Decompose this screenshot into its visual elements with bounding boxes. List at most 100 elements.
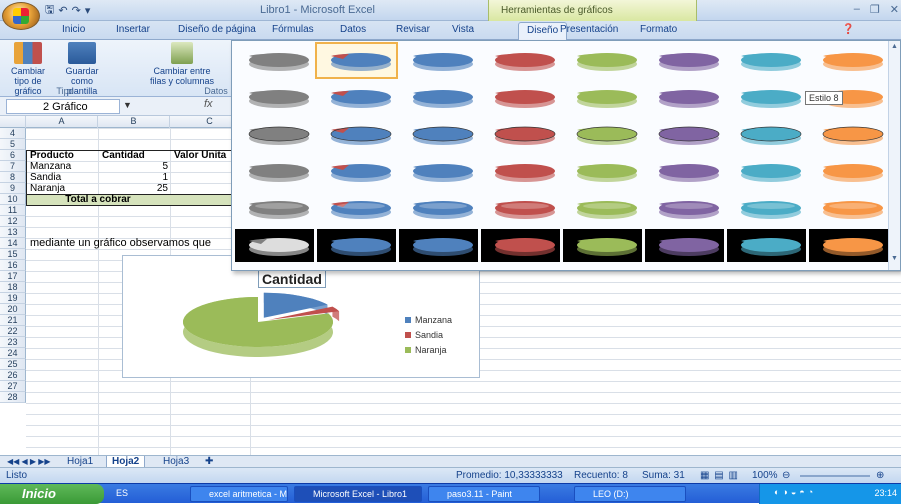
help-icon[interactable]: ❓: [842, 24, 854, 35]
chart-style-option[interactable]: [809, 229, 888, 262]
tray-icons[interactable]: ◐◑◒◓◔: [774, 487, 816, 497]
row-header[interactable]: 13: [0, 227, 26, 238]
taskbar-item-excel-aritmetica[interactable]: excel aritmetica - Micr...: [190, 486, 288, 502]
chart-style-option[interactable]: [727, 229, 806, 262]
pie-slice-manzana[interactable]: [263, 292, 328, 318]
chart-style-option[interactable]: [727, 44, 806, 77]
zoom-level[interactable]: 100%: [752, 470, 778, 481]
tab-formato[interactable]: Formato: [640, 24, 677, 35]
chart-style-option[interactable]: [809, 192, 888, 225]
cell-cantidad[interactable]: 25: [98, 183, 168, 194]
row-header[interactable]: 27: [0, 381, 26, 392]
chart-style-option[interactable]: [809, 118, 888, 151]
chart-style-option[interactable]: [315, 42, 398, 79]
row-header[interactable]: 22: [0, 326, 26, 337]
chart-style-option[interactable]: [235, 44, 314, 77]
tab-revisar[interactable]: Revisar: [396, 24, 430, 35]
chart-style-option[interactable]: [481, 118, 560, 151]
namebox-dropdown-icon[interactable]: ▼: [123, 100, 132, 110]
row-header[interactable]: 16: [0, 260, 26, 271]
chart-style-option[interactable]: [645, 44, 724, 77]
row-header[interactable]: 9: [0, 183, 26, 194]
pie-plot[interactable]: [173, 286, 343, 366]
chart-style-option[interactable]: [727, 155, 806, 188]
chart-style-option[interactable]: [317, 229, 396, 262]
chart-style-option[interactable]: [481, 229, 560, 262]
switch-row-column-button[interactable]: Cambiar entre filas y columnas: [148, 42, 216, 86]
row-header[interactable]: 14: [0, 238, 26, 249]
chart-style-option[interactable]: [317, 118, 396, 151]
tab-datos[interactable]: Datos: [340, 24, 366, 35]
chart-style-option[interactable]: [563, 118, 642, 151]
chart-style-option[interactable]: [481, 192, 560, 225]
zoom-in-icon[interactable]: ⊕: [876, 470, 884, 481]
header-valor-unitario[interactable]: Valor Unita: [174, 150, 226, 161]
row-header[interactable]: 21: [0, 315, 26, 326]
language-indicator[interactable]: ES: [116, 488, 128, 498]
cell-producto[interactable]: Sandia: [30, 172, 61, 183]
row-header[interactable]: 15: [0, 249, 26, 260]
row-header[interactable]: 12: [0, 216, 26, 227]
chart-style-option[interactable]: [563, 44, 642, 77]
redo-icon[interactable]: ↷: [72, 4, 81, 17]
row-header[interactable]: 4: [0, 128, 26, 139]
start-button[interactable]: Inicio: [0, 484, 104, 504]
chart-style-option[interactable]: [645, 155, 724, 188]
row-header[interactable]: 11: [0, 205, 26, 216]
row-header[interactable]: 6: [0, 150, 26, 161]
chart-style-option[interactable]: [399, 44, 478, 77]
column-header-a[interactable]: A: [26, 116, 98, 128]
row-header[interactable]: 19: [0, 293, 26, 304]
chart-style-option[interactable]: [317, 192, 396, 225]
tab-insertar[interactable]: Insertar: [116, 24, 150, 35]
chart-style-option[interactable]: [235, 192, 314, 225]
chart-style-option[interactable]: [645, 81, 724, 114]
office-button[interactable]: [2, 2, 40, 30]
chart-style-option[interactable]: [235, 118, 314, 151]
header-cantidad[interactable]: Cantidad: [102, 150, 145, 161]
chart-style-option[interactable]: [481, 155, 560, 188]
tab-presentacion[interactable]: Presentación: [560, 24, 618, 35]
chart-style-option[interactable]: [235, 81, 314, 114]
chart-legend[interactable]: Manzana Sandia Naranja: [405, 312, 452, 357]
chart-style-option[interactable]: [481, 44, 560, 77]
pie-chart[interactable]: Cantidad Manzana Sandia Naranja: [122, 255, 480, 378]
chart-style-option[interactable]: [727, 81, 806, 114]
chart-style-option[interactable]: [235, 229, 314, 262]
tab-diseno-pagina[interactable]: Diseño de página: [178, 24, 256, 35]
qat-dropdown-icon[interactable]: ▾: [85, 4, 91, 17]
chart-style-option[interactable]: [563, 155, 642, 188]
row-header[interactable]: 17: [0, 271, 26, 282]
chart-style-option[interactable]: [563, 192, 642, 225]
row-header[interactable]: 8: [0, 172, 26, 183]
chart-style-option[interactable]: [645, 229, 724, 262]
chart-style-option[interactable]: [809, 44, 888, 77]
chart-style-option[interactable]: [645, 118, 724, 151]
name-box[interactable]: 2 Gráfico: [6, 99, 120, 114]
close-icon[interactable]: ✕: [890, 3, 899, 16]
tab-formulas[interactable]: Fórmulas: [272, 24, 314, 35]
row-header[interactable]: 26: [0, 370, 26, 381]
chart-style-option[interactable]: [809, 155, 888, 188]
fx-icon[interactable]: fx: [204, 98, 213, 110]
chart-style-option[interactable]: [399, 118, 478, 151]
zoom-slider[interactable]: [800, 475, 870, 477]
cell-cantidad[interactable]: 1: [98, 172, 168, 183]
taskbar-item-excel-libro1[interactable]: Microsoft Excel - Libro1: [294, 486, 422, 502]
zoom-out-icon[interactable]: ⊖: [782, 470, 790, 481]
chart-style-option[interactable]: [727, 118, 806, 151]
total-label[interactable]: Total a cobrar: [26, 194, 170, 205]
chart-style-option[interactable]: [399, 192, 478, 225]
row-header[interactable]: 7: [0, 161, 26, 172]
column-header-b[interactable]: B: [98, 116, 170, 128]
header-producto[interactable]: Producto: [30, 150, 74, 161]
undo-icon[interactable]: ↶: [58, 4, 67, 17]
note-text[interactable]: mediante un gráfico observamos que: [30, 238, 211, 249]
scroll-down-icon[interactable]: ▼: [889, 255, 900, 262]
chart-style-option[interactable]: [399, 155, 478, 188]
tab-inicio[interactable]: Inicio: [62, 24, 85, 35]
chart-style-option[interactable]: [727, 192, 806, 225]
select-all-corner[interactable]: [0, 116, 26, 128]
save-icon[interactable]: 🖫: [45, 1, 54, 20]
row-header[interactable]: 24: [0, 348, 26, 359]
